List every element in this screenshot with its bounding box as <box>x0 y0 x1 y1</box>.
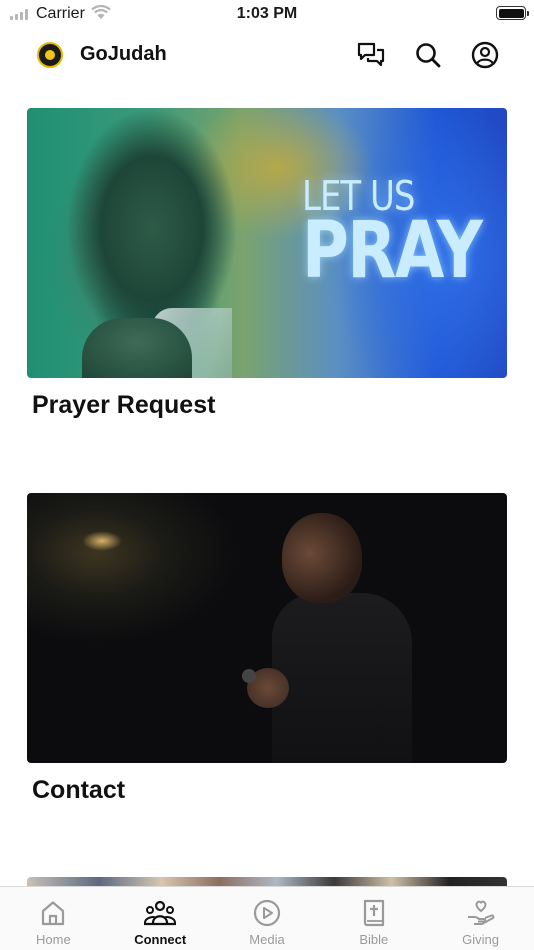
tab-label: Media <box>249 932 285 947</box>
home-icon <box>42 901 65 926</box>
lion-emblem-icon <box>37 42 63 68</box>
contact-image <box>27 493 507 763</box>
prayer-request-card[interactable]: LET US PRAY Prayer Request <box>27 108 507 420</box>
app-title: GoJudah <box>80 43 167 65</box>
image-caption: LET US PRAY <box>302 177 507 296</box>
search-button[interactable] <box>411 38 445 72</box>
tab-bible[interactable]: Bible <box>320 887 427 950</box>
contact-card[interactable]: Contact <box>27 493 507 805</box>
tab-label: Connect <box>134 932 187 947</box>
battery-icon <box>496 6 529 20</box>
bible-icon <box>363 899 384 927</box>
tab-bar: Home Connect Media Bible Giving <box>0 886 534 950</box>
giving-hand-icon <box>467 900 494 925</box>
app-header: GoJudah <box>0 34 534 76</box>
search-icon <box>416 43 441 68</box>
tab-home[interactable]: Home <box>0 887 107 950</box>
tab-label: Bible <box>359 932 389 947</box>
tab-label: Home <box>36 932 71 947</box>
status-time: 1:03 PM <box>236 5 298 22</box>
tab-label: Giving <box>462 932 500 947</box>
chat-bubbles-icon <box>357 42 385 67</box>
status-bar: Carrier 1:03 PM <box>0 0 534 28</box>
card-title: Prayer Request <box>32 391 216 419</box>
play-circle-icon <box>253 899 281 927</box>
prayer-request-image: LET US PRAY <box>27 108 507 378</box>
profile-button[interactable] <box>468 38 502 72</box>
tab-media[interactable]: Media <box>214 887 321 950</box>
profile-icon <box>471 41 499 69</box>
tab-connect[interactable]: Connect <box>107 887 214 950</box>
image-caption-big: PRAY <box>302 206 483 296</box>
tab-giving[interactable]: Giving <box>427 887 534 950</box>
people-group-icon <box>144 900 177 926</box>
card-title: Contact <box>32 776 126 804</box>
messages-button[interactable] <box>354 38 388 72</box>
